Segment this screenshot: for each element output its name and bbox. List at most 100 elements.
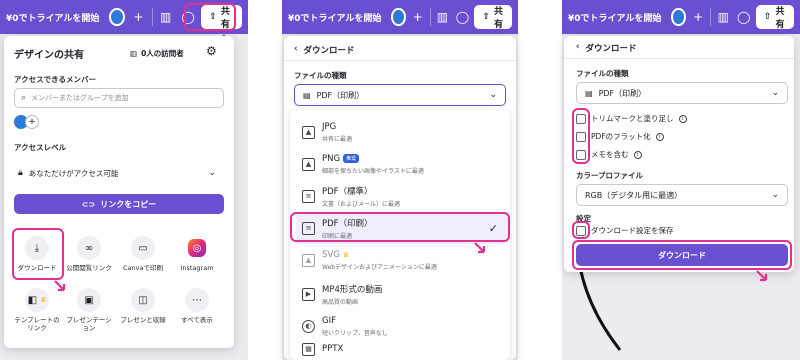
trim-marks-checkbox[interactable]: トリムマークと塗り足し i: [576, 113, 687, 124]
video-icon: ▶: [302, 287, 315, 301]
info-icon[interactable]: i: [655, 132, 664, 141]
checkbox[interactable]: [576, 113, 586, 124]
chart-icon[interactable]: ▥: [156, 6, 174, 28]
option-see-all[interactable]: ⋯ すべて表示: [172, 288, 222, 324]
chart-icon[interactable]: ▥: [715, 6, 731, 28]
include-notes-checkbox[interactable]: メモを含む i: [576, 149, 642, 160]
option-name: PNG: [322, 153, 341, 164]
document-icon: ≡: [302, 189, 315, 203]
color-profile-select[interactable]: RGB（デジタル用に最適） ⌄: [576, 184, 788, 206]
share-button[interactable]: ⇧ 共有: [474, 5, 513, 30]
checkbox-label: メモを含む: [591, 150, 629, 159]
option-name: GIF: [322, 315, 336, 326]
file-type-option[interactable]: ▲ PNG 推奨 細部を保ちたい画像やイラストに最適: [296, 148, 508, 180]
option-template-link[interactable]: ◧ ♛ テンプレートのリンク: [12, 288, 62, 332]
visitors-counter[interactable]: ▥ 0人の訪問者: [130, 48, 184, 59]
file-type-label: ファイルの種類: [294, 71, 347, 80]
crown-icon: ♛: [40, 296, 47, 304]
option-label: テンプレートのリンク: [14, 316, 60, 332]
file-type-select[interactable]: ▤ PDF（印刷） ⌄: [576, 82, 788, 104]
option-desc: Webデザインおよびアニメーションに最適: [322, 263, 437, 271]
top-bar-2: ¥0でトライアルを開始 + ▥ ◯ ⇧ 共有: [282, 0, 518, 34]
option-desc: 共有に最適: [322, 135, 353, 143]
option-print[interactable]: ▭ Canvaで印刷: [118, 236, 168, 272]
trial-button[interactable]: ¥0でトライアルを開始: [288, 11, 381, 24]
save-settings-checkbox[interactable]: ダウンロード設定を保存: [576, 225, 674, 236]
option-public-link[interactable]: ∞ 公開閲覧リンク: [64, 236, 114, 272]
flatten-pdf-checkbox[interactable]: PDFのフラット化 i: [576, 131, 664, 142]
divider: [151, 8, 153, 26]
divider: [429, 8, 431, 26]
copy-link-button[interactable]: ⊂⊃ リンクをコピー: [14, 194, 224, 214]
file-type-option[interactable]: ≡ PDF（標準） 文書（およびメール）に最適: [296, 180, 508, 212]
avatar[interactable]: [109, 8, 126, 26]
option-label: 公開閲覧リンク: [66, 264, 112, 272]
option-name: PDF（印刷）: [322, 218, 373, 229]
file-type-option[interactable]: ▶ MP4形式の動画 高品質の動画: [296, 278, 508, 310]
file-type-option-selected[interactable]: ≡ PDF（印刷） 印刷に最適 ✓: [296, 212, 508, 244]
file-type-option[interactable]: ▲ JPG 共有に最適: [296, 116, 508, 148]
download-button[interactable]: ダウンロード: [576, 244, 788, 266]
truck-icon: ▭: [131, 236, 155, 260]
color-profile-label: カラープロファイル: [576, 171, 644, 180]
selected-file-type: PDF（印刷）: [316, 90, 365, 100]
plus-icon[interactable]: +: [690, 6, 706, 28]
option-label: ダウンロード: [17, 264, 57, 272]
pointer-arrow-icon: [756, 270, 768, 282]
recommended-badge: 推奨: [343, 153, 360, 163]
comment-icon[interactable]: ◯: [454, 6, 470, 28]
checkbox[interactable]: [576, 225, 586, 236]
add-member-icon[interactable]: +: [25, 115, 39, 129]
file-type-select[interactable]: ▤ PDF（印刷） ⌄: [294, 84, 506, 106]
plus-icon[interactable]: +: [410, 6, 426, 28]
checkbox-label: ダウンロード設定を保存: [591, 226, 674, 235]
chart-icon: ▥: [130, 49, 138, 58]
download-title: ダウンロード: [585, 44, 637, 54]
access-members-label: アクセスできるメンバー: [14, 75, 96, 84]
trial-button[interactable]: ¥0でトライアルを開始: [6, 11, 99, 24]
chart-icon[interactable]: ▥: [434, 6, 450, 28]
file-type-label: ファイルの種類: [576, 69, 629, 78]
back-button[interactable]: ‹ ダウンロード: [294, 44, 355, 56]
divider: [564, 58, 794, 59]
member-search-input[interactable]: ⌕ メンバーまたはグループを追加: [14, 88, 224, 108]
share-button[interactable]: ⇧ 共有: [201, 5, 243, 30]
comment-icon[interactable]: ◯: [179, 6, 197, 28]
info-icon[interactable]: i: [633, 150, 642, 159]
file-type-option[interactable]: ▲ SVG ♛ Webデザインおよびアニメーションに最適: [296, 244, 508, 276]
option-desc: 短いクリップ、音声なし: [322, 329, 388, 337]
option-label: Instagram: [180, 264, 214, 272]
more-icon: ⋯: [185, 288, 209, 312]
upload-icon: ⇧: [209, 12, 217, 22]
back-button[interactable]: ‹ ダウンロード: [576, 42, 637, 54]
option-download[interactable]: ⤓ ダウンロード: [12, 236, 62, 272]
file-type-option[interactable]: ▦ PPTX: [296, 338, 508, 360]
option-label: プレゼンテーション: [66, 316, 112, 332]
option-instagram[interactable]: ◎ Instagram: [172, 236, 222, 272]
template-icon: ◧ ♛: [25, 288, 49, 312]
checkbox[interactable]: [576, 149, 586, 160]
top-bar-1: ¥0でトライアルを開始 + ▥ ◯ ⇧ 共有: [0, 0, 248, 34]
info-icon[interactable]: i: [678, 114, 687, 123]
share-button[interactable]: ⇧ 共有: [755, 5, 794, 30]
check-icon: ✓: [488, 221, 498, 235]
link-icon: ⊂⊃: [81, 199, 96, 209]
option-name: PDF（標準）: [322, 186, 373, 197]
download-button-label: ダウンロード: [658, 250, 706, 260]
avatar[interactable]: [391, 8, 406, 26]
plus-icon[interactable]: +: [129, 6, 147, 28]
checkbox[interactable]: [576, 131, 586, 142]
access-level-value: あなただけがアクセス可能: [28, 168, 119, 178]
gif-icon: ◐: [302, 319, 315, 333]
gear-icon[interactable]: ⚙: [206, 44, 217, 58]
checkbox-label: PDFのフラット化: [591, 132, 651, 141]
access-level-select[interactable]: 🔒︎ あなただけがアクセス可能 ⌄: [14, 162, 224, 184]
download-title: ダウンロード: [303, 46, 355, 56]
option-present[interactable]: ▣ プレゼンテーション: [64, 288, 114, 332]
divider: [710, 8, 712, 26]
option-record[interactable]: ◫ プレゼンと収録: [118, 288, 168, 324]
trial-button[interactable]: ¥0でトライアルを開始: [568, 11, 661, 24]
avatar[interactable]: [671, 8, 686, 26]
chevron-left-icon: ‹: [294, 44, 298, 54]
comment-icon[interactable]: ◯: [735, 6, 751, 28]
